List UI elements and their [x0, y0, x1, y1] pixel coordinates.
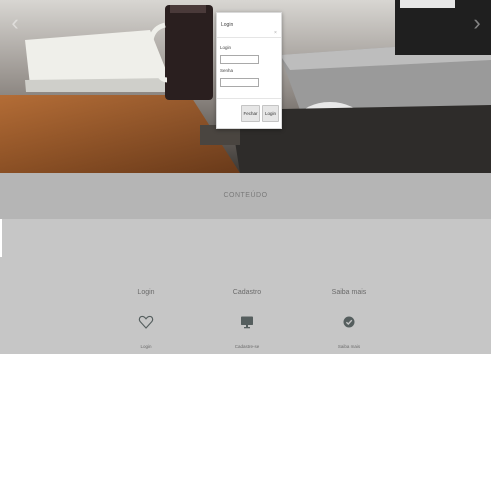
monitor-icon [239, 314, 255, 330]
modal-title: Login [221, 22, 234, 28]
modal-footer [217, 98, 281, 99]
close-button[interactable]: Fechar [241, 105, 260, 122]
feature-title: Login [137, 289, 155, 296]
content-label: CONTEÚDO [223, 192, 268, 199]
login-input[interactable] [220, 55, 259, 64]
feature-title: Saiba mais [331, 289, 367, 296]
feature-link[interactable]: Saiba mais [309, 344, 389, 349]
check-circle-icon [341, 314, 357, 330]
login-modal: Login × Login Senha Fechar Login [216, 12, 282, 129]
password-input[interactable] [220, 78, 259, 87]
close-icon[interactable]: × [274, 30, 277, 36]
feature-login: Login Login [106, 288, 186, 349]
heart-icon [138, 314, 154, 330]
carousel-prev-button[interactable]: ‹ [4, 10, 26, 36]
password-label: Senha [220, 68, 234, 73]
login-label: Login [220, 45, 232, 50]
feature-link[interactable]: Login [106, 344, 186, 349]
content-band: CONTEÚDO [0, 173, 491, 219]
divider [0, 219, 2, 257]
feature-cadastro: Cadastro Cadastre-se [207, 288, 287, 349]
modal-header: Login × [217, 13, 281, 38]
feature-saiba-mais: Saiba mais Saiba mais [309, 288, 389, 349]
feature-link[interactable]: Cadastre-se [207, 344, 287, 349]
carousel-next-button[interactable]: › [466, 10, 488, 36]
feature-title: Cadastro [232, 289, 262, 296]
login-button[interactable]: Login [262, 105, 279, 122]
